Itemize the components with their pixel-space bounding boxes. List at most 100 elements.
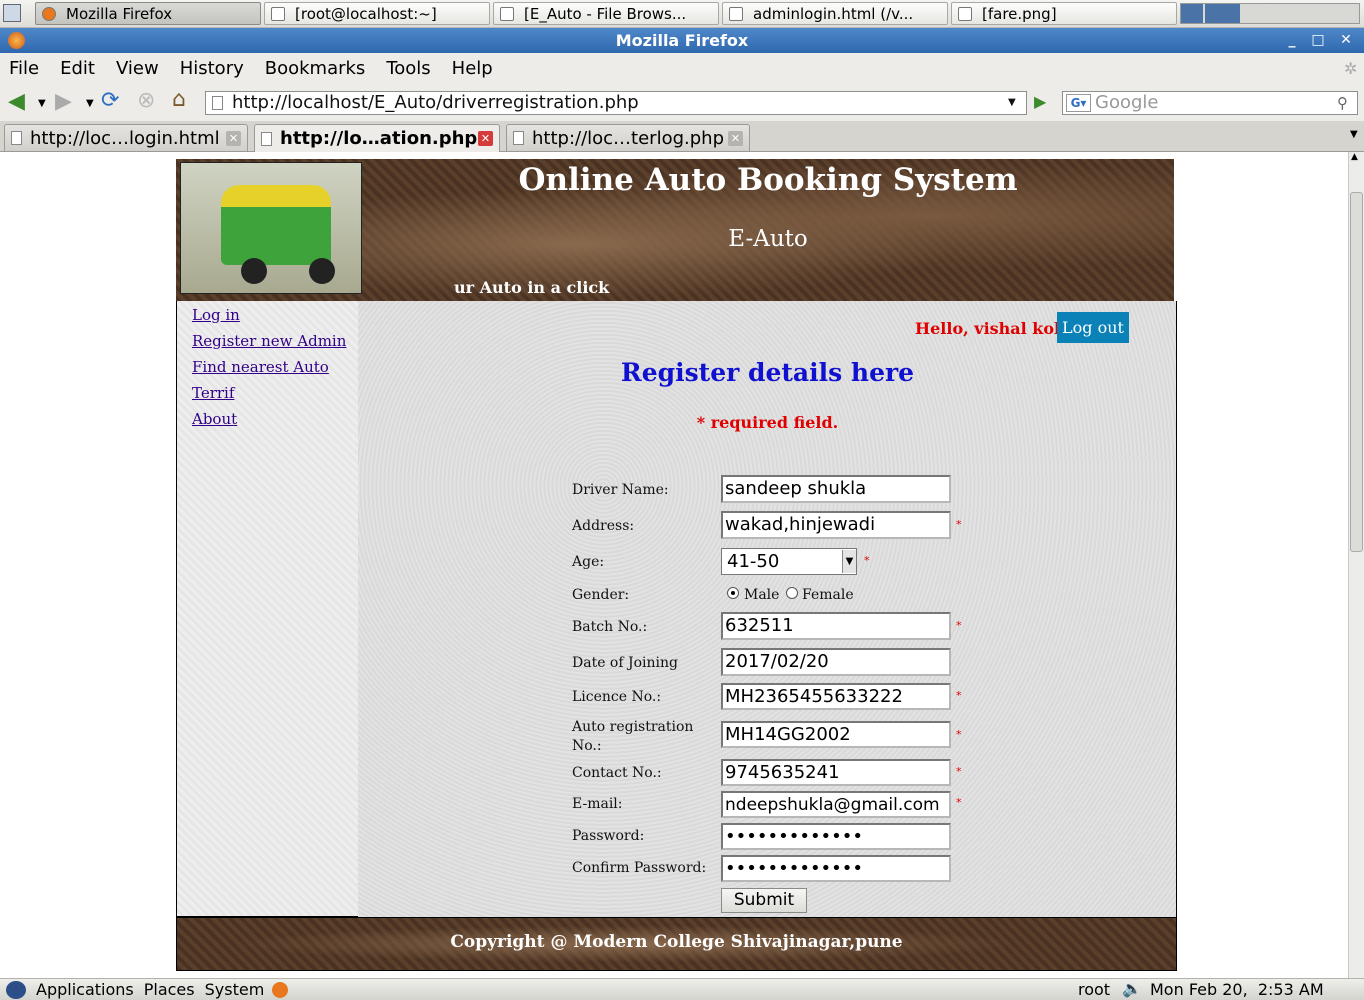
tab-driverregistration[interactable]: http://lo…ation.php ✕ xyxy=(254,124,500,152)
scroll-thumb[interactable] xyxy=(1350,192,1363,552)
licence-input[interactable]: MH2365455633222 xyxy=(721,683,951,710)
label-email: E-mail: xyxy=(572,796,623,812)
menubar: File Edit View History Bookmarks Tools H… xyxy=(0,53,1364,83)
firefox-launcher-icon[interactable] xyxy=(272,981,289,998)
taskbar-window-terminal[interactable]: [root@localhost:~] xyxy=(264,2,490,25)
driver-name-input[interactable]: sandeep shukla xyxy=(721,475,951,503)
confirm-password-input[interactable]: ••••••••••••• xyxy=(721,855,951,882)
maximize-button[interactable]: □ xyxy=(1308,31,1328,50)
contact-input[interactable]: 9745635241 xyxy=(721,759,951,786)
form-title: Register details here xyxy=(620,358,915,387)
workspace-2[interactable] xyxy=(1205,4,1240,23)
sidebar-link-about[interactable]: About xyxy=(192,410,237,428)
menu-help[interactable]: Help xyxy=(452,58,493,79)
taskbar-window-editor[interactable]: adminlogin.html (/v... xyxy=(722,2,948,25)
menu-bookmarks[interactable]: Bookmarks xyxy=(265,58,366,79)
show-desktop-icon[interactable] xyxy=(3,4,21,22)
back-history-icon[interactable]: ▼ xyxy=(38,93,46,115)
applications-menu[interactable]: Applications xyxy=(36,980,134,999)
sidebar-link-find-auto[interactable]: Find nearest Auto xyxy=(192,358,329,376)
tab-login[interactable]: http://loc…login.html ✕ xyxy=(4,124,248,151)
url-bar[interactable]: http://localhost/E_Auto/driverregistrati… xyxy=(205,91,1027,115)
label-licence: Licence No.: xyxy=(572,689,662,705)
sidebar-link-terrif[interactable]: Terrif xyxy=(192,384,234,402)
activity-throbber-icon: ✲ xyxy=(1344,59,1358,78)
label-password: Password: xyxy=(572,828,645,844)
doj-input[interactable]: 2017/02/20 xyxy=(721,648,951,676)
forward-icon[interactable]: ▶ xyxy=(55,91,72,113)
forward-history-icon[interactable]: ▼ xyxy=(86,93,94,115)
tab-list-icon[interactable]: ▼ xyxy=(1350,129,1358,140)
auto-reg-input[interactable]: MH14GG2002 xyxy=(721,721,951,748)
sidebar: Log in Register new Admin Find nearest A… xyxy=(176,301,359,917)
gender-male-radio[interactable] xyxy=(727,587,739,599)
email-input[interactable]: ndeepshukla@gmail.com xyxy=(721,791,951,818)
submit-button[interactable]: Submit xyxy=(721,888,807,913)
required-star: * xyxy=(956,728,962,741)
menu-history[interactable]: History xyxy=(180,58,244,79)
google-engine-icon[interactable]: G▾ xyxy=(1066,94,1091,112)
taskbar-window-file-browser[interactable]: [E_Auto - File Brows... xyxy=(493,2,719,25)
sidebar-link-register-admin[interactable]: Register new Admin xyxy=(192,332,346,350)
dropdown-arrow-icon[interactable]: ▼ xyxy=(842,550,856,573)
text-editor-icon xyxy=(729,6,743,21)
tab-terlog[interactable]: http://loc…terlog.php ✕ xyxy=(506,124,750,151)
url-dropdown-icon[interactable]: ▼ xyxy=(1008,92,1016,114)
required-star: * xyxy=(956,765,962,778)
sidebar-link-login[interactable]: Log in xyxy=(192,306,240,324)
vertical-scrollbar[interactable]: ▲ xyxy=(1348,152,1364,978)
places-menu[interactable]: Places xyxy=(144,980,195,999)
label-batch: Batch No.: xyxy=(572,619,648,635)
taskbar-window-image[interactable]: [fare.png] xyxy=(951,2,1177,25)
firefox-icon xyxy=(8,32,25,49)
go-icon[interactable]: ▶ xyxy=(1034,92,1046,111)
batch-input[interactable]: 632511 xyxy=(721,612,951,640)
minimize-button[interactable]: _ xyxy=(1282,31,1302,50)
page-icon xyxy=(11,131,22,145)
reload-icon[interactable]: ⟳ xyxy=(101,90,119,112)
taskbar-window-firefox[interactable]: Mozilla Firefox xyxy=(35,2,261,25)
menu-view[interactable]: View xyxy=(116,58,159,79)
page-icon xyxy=(513,131,524,145)
workspace-switcher[interactable] xyxy=(1180,3,1360,24)
required-star: * xyxy=(864,554,870,567)
copyright-text: Copyright @ Modern College Shivajinagar,… xyxy=(450,932,903,952)
image-viewer-icon xyxy=(958,6,972,21)
age-select[interactable]: 41-50 xyxy=(721,548,857,575)
menu-file[interactable]: File xyxy=(9,58,39,79)
tab-bar: http://loc…login.html ✕ http://lo…ation.… xyxy=(0,121,1364,152)
auto-wheel-shape xyxy=(309,258,335,284)
label-driver-name: Driver Name: xyxy=(572,482,669,498)
back-icon[interactable]: ◀ xyxy=(8,91,25,113)
clock[interactable]: Mon Feb 20, 2:53 AM xyxy=(1150,980,1324,999)
search-placeholder: Google xyxy=(1095,92,1159,113)
search-bar[interactable]: G▾ Google ⚲ xyxy=(1062,91,1358,115)
address-input[interactable]: wakad,hinjewadi xyxy=(721,511,951,539)
required-star: * xyxy=(956,518,962,531)
gender-female-label: Female xyxy=(802,587,854,603)
close-button[interactable]: ✕ xyxy=(1336,31,1356,50)
logout-button[interactable]: Log out xyxy=(1057,312,1129,343)
scroll-up-icon[interactable]: ▲ xyxy=(1351,152,1358,162)
search-icon[interactable]: ⚲ xyxy=(1337,92,1348,114)
label-confirm-password: Confirm Password: xyxy=(572,860,707,876)
tab-close-icon[interactable]: ✕ xyxy=(478,131,493,146)
label-auto-reg: Auto registration No.: xyxy=(572,719,694,754)
required-star: * xyxy=(956,619,962,632)
required-star: * xyxy=(956,689,962,702)
os-bottom-panel: Applications Places System root 🔈 Mon Fe… xyxy=(0,978,1364,1000)
window-title: Mozilla Firefox xyxy=(615,31,749,50)
home-icon[interactable]: ⌂ xyxy=(172,89,186,111)
stop-icon[interactable]: ⊗ xyxy=(137,90,155,112)
required-star: * xyxy=(956,796,962,809)
workspace-1[interactable] xyxy=(1181,4,1203,23)
tab-close-icon[interactable]: ✕ xyxy=(226,131,241,146)
system-menu[interactable]: System xyxy=(205,980,265,999)
menu-tools[interactable]: Tools xyxy=(386,58,430,79)
menu-edit[interactable]: Edit xyxy=(60,58,95,79)
gender-female-radio[interactable] xyxy=(786,587,798,599)
tab-close-icon[interactable]: ✕ xyxy=(728,131,743,146)
password-input[interactable]: ••••••••••••• xyxy=(721,823,951,850)
gender-male-label: Male xyxy=(744,587,780,603)
volume-icon[interactable]: 🔈 xyxy=(1122,979,1142,998)
